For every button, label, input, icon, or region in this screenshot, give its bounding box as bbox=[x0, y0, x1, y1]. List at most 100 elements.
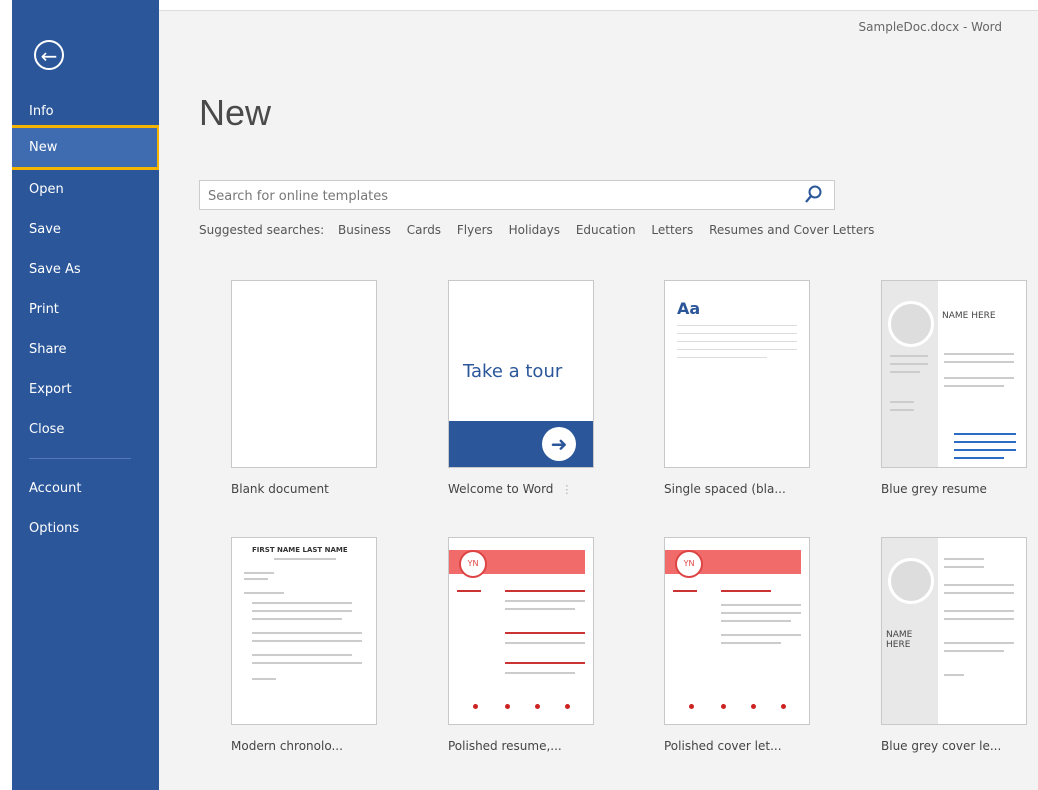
sidebar-item-close[interactable]: Close bbox=[12, 410, 159, 450]
sidebar-item-info[interactable]: Info bbox=[12, 92, 159, 132]
preview-aa: Aa bbox=[677, 299, 701, 318]
preview-photo bbox=[888, 301, 934, 347]
template-label-blue-grey-resume: Blue grey resume bbox=[881, 482, 987, 496]
preview-line bbox=[244, 578, 268, 580]
template-tile-blank[interactable] bbox=[231, 280, 377, 468]
preview-line bbox=[505, 600, 585, 602]
preview-line bbox=[944, 592, 1014, 594]
main-content: SampleDoc.docx - Word New Suggested sear… bbox=[159, 0, 1038, 790]
preview-line bbox=[944, 584, 1014, 586]
template-label-single-spaced: Single spaced (bla... bbox=[664, 482, 786, 496]
sidebar-item-print[interactable]: Print bbox=[12, 290, 159, 330]
preview-blue-line bbox=[954, 449, 1016, 451]
suggested-link-holidays[interactable]: Holidays bbox=[509, 223, 560, 237]
suggested-link-business[interactable]: Business bbox=[338, 223, 391, 237]
preview-line bbox=[944, 618, 1014, 620]
preview-line bbox=[677, 349, 797, 350]
sidebar-item-export[interactable]: Export bbox=[12, 370, 159, 410]
welcome-label-text: Welcome to Word bbox=[448, 482, 554, 496]
suggested-link-education[interactable]: Education bbox=[576, 223, 636, 237]
sidebar-item-open[interactable]: Open bbox=[12, 170, 159, 210]
preview-line bbox=[505, 642, 585, 644]
sidebar-item-save-as[interactable]: Save As bbox=[12, 250, 159, 290]
preview-line bbox=[890, 363, 928, 365]
preview-line bbox=[252, 610, 352, 612]
preview-line bbox=[721, 634, 801, 636]
preview-name: NAME HERE bbox=[942, 311, 996, 321]
preview-line bbox=[721, 620, 791, 622]
preview-initials-badge: YN bbox=[459, 550, 487, 578]
preview-line bbox=[252, 602, 352, 604]
suggested-link-cards[interactable]: Cards bbox=[407, 223, 441, 237]
preview-dot bbox=[751, 704, 756, 709]
backstage-sidebar: ← Info New Open Save Save As Print Share… bbox=[12, 0, 160, 790]
pin-icon[interactable]: ⋮ bbox=[561, 483, 572, 496]
sidebar-item-options[interactable]: Options bbox=[12, 509, 159, 549]
arrow-right-icon: ➜ bbox=[542, 427, 576, 461]
suggested-searches: Suggested searches: Business Cards Flyer… bbox=[199, 223, 886, 237]
template-tile-blue-grey-resume[interactable]: NAME HERE bbox=[881, 280, 1027, 468]
template-tile-modern-chronological[interactable]: FIRST NAME LAST NAME bbox=[231, 537, 377, 725]
preview-line bbox=[890, 355, 928, 357]
sidebar-item-share[interactable]: Share bbox=[12, 330, 159, 370]
back-arrow-icon[interactable]: ← bbox=[34, 40, 64, 70]
preview-line bbox=[252, 678, 276, 680]
preview-line bbox=[673, 590, 697, 592]
suggested-link-resumes[interactable]: Resumes and Cover Letters bbox=[709, 223, 874, 237]
suggested-link-flyers[interactable]: Flyers bbox=[457, 223, 493, 237]
preview-photo bbox=[888, 558, 934, 604]
preview-line bbox=[944, 353, 1014, 355]
top-strip bbox=[159, 0, 1038, 11]
preview-line bbox=[274, 558, 336, 560]
preview-line bbox=[505, 590, 585, 592]
preview-dot bbox=[565, 704, 570, 709]
preview-line bbox=[944, 674, 964, 676]
template-tile-blue-grey-cover-letter[interactable]: NAME HERE bbox=[881, 537, 1027, 725]
template-label-blue-grey-cover-letter: Blue grey cover le... bbox=[881, 739, 1002, 753]
preview-dot bbox=[505, 704, 510, 709]
sidebar-item-account[interactable]: Account bbox=[12, 469, 159, 509]
preview-line bbox=[944, 642, 1014, 644]
preview-line bbox=[721, 612, 801, 614]
template-search-box bbox=[199, 180, 835, 211]
preview-dot bbox=[689, 704, 694, 709]
preview-line bbox=[252, 632, 362, 634]
preview-dot bbox=[535, 704, 540, 709]
preview-initials-badge: YN bbox=[675, 550, 703, 578]
preview-line bbox=[944, 610, 1014, 612]
preview-line bbox=[944, 377, 1014, 379]
preview-line bbox=[944, 650, 1004, 652]
preview-dot bbox=[473, 704, 478, 709]
template-tile-polished-cover-letter[interactable]: YN bbox=[664, 537, 810, 725]
preview-line bbox=[721, 590, 771, 592]
preview-line bbox=[677, 325, 797, 326]
template-tile-single-spaced[interactable]: Aa bbox=[664, 280, 810, 468]
preview-line bbox=[677, 341, 797, 342]
suggested-link-letters[interactable]: Letters bbox=[651, 223, 693, 237]
preview-blue-line bbox=[954, 433, 1016, 435]
preview-line bbox=[505, 662, 585, 664]
preview-line bbox=[252, 640, 362, 642]
preview-line bbox=[677, 357, 767, 358]
template-tile-welcome[interactable]: Take a tour ➜ bbox=[448, 280, 594, 468]
preview-line bbox=[244, 572, 274, 574]
sidebar-item-new[interactable]: New bbox=[12, 128, 159, 168]
preview-dot bbox=[721, 704, 726, 709]
preview-line bbox=[944, 558, 984, 560]
preview-line bbox=[244, 592, 284, 594]
preview-name: FIRST NAME LAST NAME bbox=[252, 546, 348, 554]
preview-line bbox=[890, 401, 914, 403]
template-label-polished-resume: Polished resume,... bbox=[448, 739, 562, 753]
sidebar-item-save[interactable]: Save bbox=[12, 210, 159, 250]
preview-line bbox=[252, 618, 342, 620]
preview-dot bbox=[781, 704, 786, 709]
preview-name: NAME HERE bbox=[886, 630, 913, 650]
search-input[interactable] bbox=[200, 181, 790, 211]
template-label-blank: Blank document bbox=[231, 482, 329, 496]
template-tile-polished-resume[interactable]: YN bbox=[448, 537, 594, 725]
search-icon[interactable] bbox=[804, 185, 822, 205]
preview-line bbox=[944, 385, 1004, 387]
preview-line bbox=[890, 409, 914, 411]
preview-line bbox=[890, 371, 920, 373]
preview-line bbox=[252, 662, 362, 664]
